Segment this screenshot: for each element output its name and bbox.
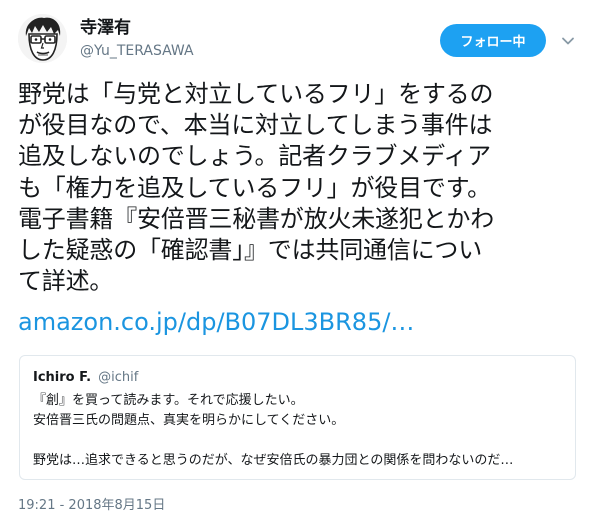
quoted-tweet-header: Ichiro F. @ichif (33, 369, 138, 387)
quoted-tweet[interactable]: Ichiro F. @ichif 『創』を買って読みます。それで応援したい。 安… (19, 355, 576, 480)
tweet-text-line: 追及しないのでしょう。記者クラブメディア (18, 142, 491, 171)
quoted-text-line: 『創』を買って読みます。それで応援したい。 (33, 393, 304, 408)
following-button[interactable]: フォロー中 (440, 24, 546, 57)
tweet-text: 野党は「与党と対立しているフリ」をするの が役目なので、本当に対立してしまう事件… (18, 79, 578, 297)
manga-face-avatar-icon (18, 14, 67, 63)
quoted-tweet-text: 『創』を買って読みます。それで応援したい。 安倍晋三氏の問題点、真実を明らかにし… (33, 391, 513, 471)
tweet-card: 寺澤有 @Yu_TERASAWA フォロー中 野党は「与党と対立しているフリ」を… (0, 0, 590, 525)
tweet-text-line: が役目なので、本当に対立してしまう事件は (18, 111, 493, 140)
amazon-link[interactable]: amazon.co.jp/dp/B07DL3BR85/… (18, 307, 414, 338)
tweet-text-line: 電子書籍『安倍晋三秘書が放火未遂犯とかわ (18, 204, 494, 233)
quoted-author-name: Ichiro F. (33, 370, 92, 385)
tweet-text-line: した疑惑の「確認書」』では共同通信につい (18, 236, 482, 265)
author-name[interactable]: 寺澤有 (80, 17, 131, 39)
tweet-text-line: 野党は「与党と対立しているフリ」をするの (18, 80, 494, 108)
tweet-text-line: て詳述。 (18, 267, 114, 296)
tweet-text-line: も「権力を追及しているフリ」が役目です。 (18, 173, 491, 202)
quoted-text-line (33, 431, 513, 451)
quoted-text-line: 野党は…追求できると思うのだが、なぜ安倍氏の暴力団との関係を問わないのだ… (33, 453, 514, 468)
author-handle[interactable]: @Yu_TERASAWA (80, 42, 194, 60)
quoted-text-line: 安倍晋三氏の問題点、真実を明らかにしてください。 (33, 413, 345, 428)
tweet-timestamp[interactable]: 19:21 - 2018年8月15日 (18, 494, 165, 513)
author-avatar[interactable] (18, 14, 67, 63)
quoted-author-handle: @ichif (98, 370, 139, 385)
chevron-down-icon[interactable] (559, 32, 577, 50)
